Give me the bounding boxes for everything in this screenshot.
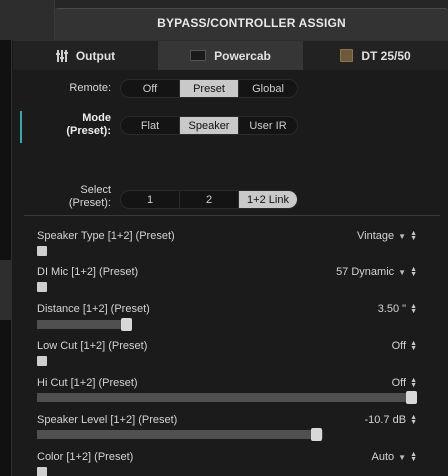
- param-name: Distance [1+2] (Preset): [37, 303, 150, 315]
- param-checkbox[interactable]: [37, 246, 47, 256]
- param-color: Color [1+2] (Preset) Auto ▼ ▲ ▼: [37, 451, 417, 476]
- mode-selector: Flat Speaker User IR: [120, 116, 298, 135]
- window-title: BYPASS/CONTROLLER ASSIGN: [157, 16, 346, 30]
- param-checkbox[interactable]: [37, 356, 47, 366]
- focus-indicator: [20, 111, 22, 143]
- select-option-link[interactable]: 1+2 Link: [239, 191, 297, 208]
- slider-thumb[interactable]: [406, 391, 417, 404]
- cab-icon: [190, 50, 207, 61]
- param-speaker-type: Speaker Type [1+2] (Preset) Vintage ▼ ▲ ▼: [37, 230, 417, 258]
- param-name: Speaker Type [1+2] (Preset): [37, 230, 175, 242]
- tab-output[interactable]: Output: [13, 40, 158, 70]
- amp-icon: [340, 49, 354, 62]
- mode-label-line2: (Preset):: [66, 125, 111, 137]
- tab-powercab-label: Powercab: [214, 48, 271, 63]
- param-name: Color [1+2] (Preset): [37, 451, 134, 463]
- section-divider: [24, 215, 440, 216]
- param-slider[interactable]: [37, 318, 132, 331]
- select-label-line1: Select: [80, 184, 111, 196]
- param-value: 3.50 ": [377, 303, 407, 315]
- param-distance: Distance [1+2] (Preset) 3.50 " ▲ ▼: [37, 303, 417, 331]
- device-tabs: Output Powercab DT 25/50: [13, 40, 448, 70]
- stepper-icon[interactable]: ▲ ▼: [410, 230, 417, 242]
- mode-label-line1: Mode: [82, 112, 111, 124]
- select-option-1[interactable]: 1: [121, 191, 180, 208]
- dropdown-arrow-icon: ▼: [398, 452, 407, 462]
- stepper-icon[interactable]: ▲ ▼: [410, 451, 417, 463]
- sliders-icon: [55, 49, 68, 62]
- select-selector: 1 2 1+2 Link: [120, 190, 298, 209]
- param-checkbox[interactable]: [37, 467, 47, 476]
- param-value-dropdown[interactable]: Vintage ▼ ▲ ▼: [357, 230, 417, 242]
- tab-output-label: Output: [75, 48, 116, 63]
- select-option-2[interactable]: 2: [180, 191, 239, 208]
- remote-option-preset[interactable]: Preset: [180, 80, 239, 97]
- title-bar: BYPASS/CONTROLLER ASSIGN: [0, 0, 448, 40]
- param-slider[interactable]: [37, 428, 323, 441]
- remote-label: Remote:: [69, 82, 111, 94]
- tab-dt-25-50[interactable]: DT 25/50: [303, 40, 448, 70]
- slider-fill: [37, 430, 317, 439]
- remote-selector: Off Preset Global: [120, 79, 298, 98]
- param-value-field[interactable]: Off ▲ ▼: [392, 340, 417, 352]
- slider-fill: [37, 393, 412, 402]
- param-name: Low Cut [1+2] (Preset): [37, 340, 148, 352]
- param-low-cut: Low Cut [1+2] (Preset) Off ▲ ▼: [37, 340, 417, 368]
- left-panel-edge: [0, 40, 12, 476]
- remote-option-global[interactable]: Global: [239, 80, 297, 97]
- param-speaker-level: Speaker Level [1+2] (Preset) -10.7 dB ▲ ▼: [37, 414, 417, 442]
- slider-thumb[interactable]: [121, 318, 132, 331]
- stepper-icon[interactable]: ▲ ▼: [410, 377, 417, 389]
- tab-dt-label: DT 25/50: [361, 48, 411, 63]
- stepper-icon[interactable]: ▲ ▼: [410, 266, 417, 278]
- param-name: Hi Cut [1+2] (Preset): [37, 377, 138, 389]
- param-slider[interactable]: [37, 391, 417, 404]
- param-di-mic: DI Mic [1+2] (Preset) 57 Dynamic ▼ ▲ ▼: [37, 266, 417, 294]
- param-value: Off: [391, 377, 407, 389]
- param-value: -10.7 dB: [364, 414, 407, 426]
- select-label-line2: (Preset):: [68, 197, 111, 209]
- param-value-field[interactable]: Off ▲ ▼: [392, 377, 417, 389]
- slider-fill: [37, 320, 127, 329]
- param-value-field[interactable]: 3.50 " ▲ ▼: [378, 303, 417, 315]
- left-panel-handle[interactable]: [0, 260, 12, 320]
- slider-thumb[interactable]: [311, 428, 322, 441]
- param-value: Vintage: [357, 230, 395, 242]
- remote-option-off[interactable]: Off: [121, 80, 180, 97]
- param-value: 57 Dynamic: [336, 266, 395, 278]
- param-name: Speaker Level [1+2] (Preset): [37, 414, 178, 426]
- stepper-icon[interactable]: ▲ ▼: [410, 340, 417, 352]
- param-value-field[interactable]: -10.7 dB ▲ ▼: [364, 414, 417, 426]
- left-panel-tab[interactable]: [0, 0, 55, 40]
- tab-powercab[interactable]: Powercab: [158, 40, 303, 70]
- mode-label: Mode (Preset):: [30, 112, 111, 138]
- param-value: Auto: [371, 451, 395, 463]
- dropdown-arrow-icon: ▼: [398, 231, 407, 241]
- mode-option-user-ir[interactable]: User IR: [239, 117, 297, 134]
- mode-option-speaker[interactable]: Speaker: [180, 117, 239, 134]
- param-value-dropdown[interactable]: 57 Dynamic ▼ ▲ ▼: [336, 266, 417, 278]
- param-checkbox[interactable]: [37, 282, 47, 292]
- stepper-icon[interactable]: ▲ ▼: [410, 414, 417, 426]
- mode-option-flat[interactable]: Flat: [121, 117, 180, 134]
- param-hi-cut: Hi Cut [1+2] (Preset) Off ▲ ▼: [37, 377, 417, 405]
- stepper-icon[interactable]: ▲ ▼: [410, 303, 417, 315]
- param-value: Off: [391, 340, 407, 352]
- param-name: DI Mic [1+2] (Preset): [37, 266, 139, 278]
- param-value-dropdown[interactable]: Auto ▼ ▲ ▼: [372, 451, 418, 463]
- dropdown-arrow-icon: ▼: [398, 267, 407, 277]
- select-label: Select (Preset):: [30, 184, 111, 210]
